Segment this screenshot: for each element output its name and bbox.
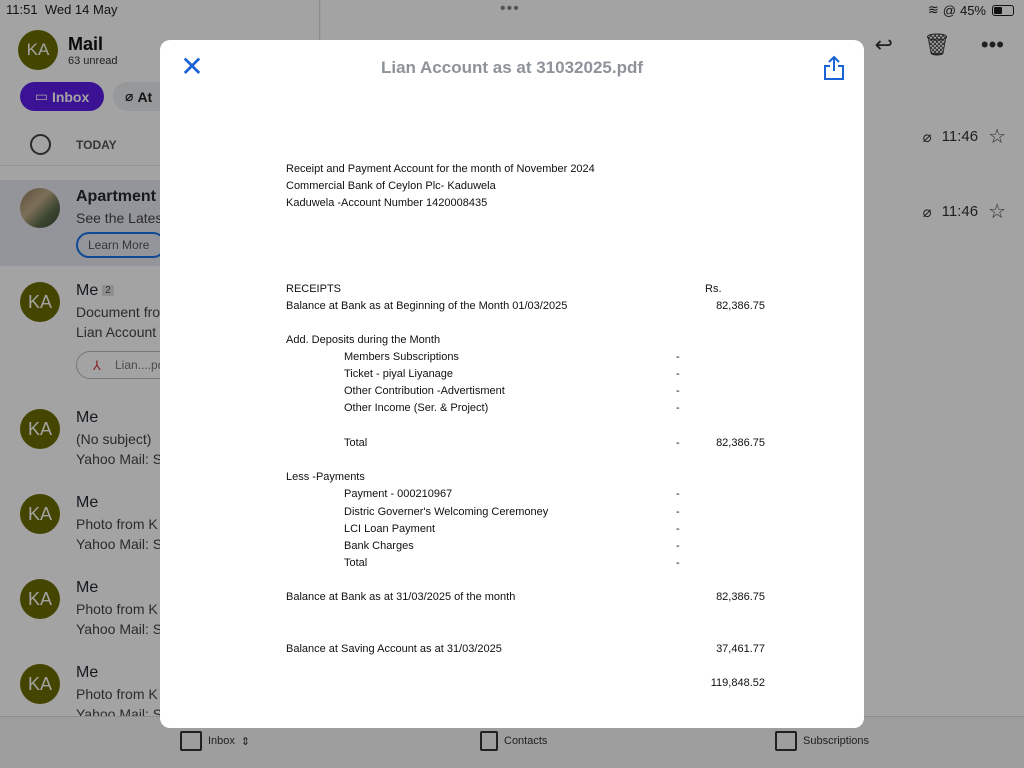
opening-balance-label: Balance at Bank as at Beginning of the M… [286, 300, 568, 312]
modal-title: Lian Account as at 31032025.pdf [380, 58, 644, 77]
battery-percent: 45% [959, 2, 986, 18]
payment-item: LCI Loan Payment [344, 523, 436, 535]
orientation-lock-icon: @ [942, 2, 956, 18]
opening-balance-value: 82,386.75 [716, 300, 765, 312]
pdf-preview-modal: Receipt and Payment Account for the mont… [160, 40, 864, 728]
status-bar: 11:51 Wed 14 May ••• ≋ @ 45% [0, 0, 1024, 20]
deposit-item-dash: - [676, 351, 680, 363]
payment-item: Bank Charges [344, 540, 414, 552]
pdf-document: Receipt and Payment Account for the mont… [160, 40, 864, 728]
doc-header-line: Kaduwela -Account Number 1420008435 [286, 197, 488, 209]
payment-item: Payment - 000210967 [344, 488, 453, 500]
deposits-total-label: Total [344, 437, 368, 449]
payment-item: Distric Governer's Welcoming Ceremoney [344, 506, 549, 518]
battery-icon [992, 4, 1014, 16]
receipts-label: RECEIPTS [286, 283, 342, 295]
doc-header-line: Receipt and Payment Account for the mont… [286, 163, 595, 175]
saving-balance-value: 37,461.77 [716, 643, 765, 655]
payment-item-dash: - [676, 506, 680, 518]
saving-balance-label: Balance at Saving Account as at 31/03/20… [286, 643, 502, 655]
payment-item-dash: - [676, 540, 680, 552]
deposit-item: Ticket - piyal Liyanage [344, 368, 454, 380]
share-icon[interactable] [822, 55, 846, 81]
deposits-label: Add. Deposits during the Month [286, 334, 441, 346]
wifi-icon: ≋ [927, 2, 939, 17]
deposit-item: Members Subscriptions [344, 351, 459, 363]
doc-header-line: Commercial Bank of Ceylon Plc- Kaduwela [286, 180, 496, 192]
currency-label: Rs. [705, 283, 722, 295]
payment-item-dash: - [676, 488, 680, 500]
multitask-dots-icon[interactable]: ••• [500, 0, 520, 18]
deposit-item-dash: - [676, 385, 680, 397]
payment-item-dash: - [676, 523, 680, 535]
payment-item: Total [344, 557, 368, 569]
closing-balance-label: Balance at Bank as at 31/03/2025 of the … [286, 591, 516, 603]
payments-label: Less -Payments [286, 471, 365, 483]
deposit-item: Other Contribution -Advertisment [344, 385, 505, 397]
grand-total-value: 119,848.52 [710, 677, 765, 689]
closing-balance-value: 82,386.75 [716, 591, 765, 603]
deposits-total-value: 82,386.75 [716, 437, 765, 449]
status-right: ≋ @ 45% [928, 2, 1014, 18]
payment-item-dash: - [676, 557, 680, 569]
status-time: 11:51 Wed 14 May [6, 2, 118, 17]
deposits-total-dash: - [676, 437, 680, 449]
deposit-item: Other Income (Ser. & Project) [344, 402, 489, 414]
deposit-item-dash: - [676, 368, 680, 380]
deposit-item-dash: - [676, 402, 680, 414]
